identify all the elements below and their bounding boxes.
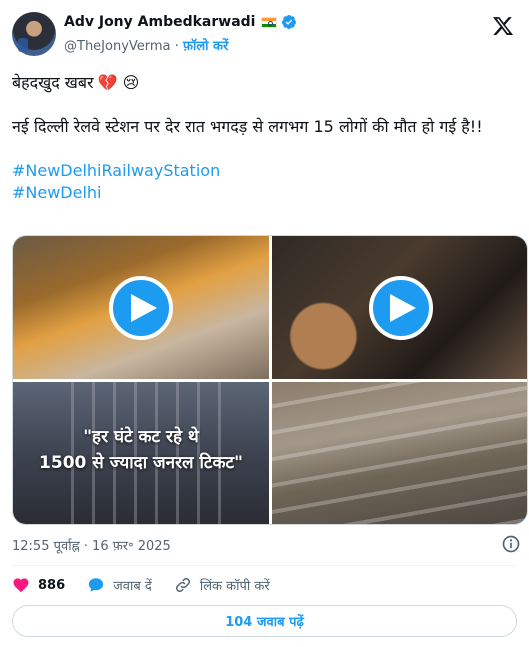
play-icon xyxy=(130,293,157,322)
video-thumbnail[interactable] xyxy=(272,236,527,379)
tweet-timestamp[interactable]: 12:55 पूर्वाह्न · 16 फ़र॰ 2025 xyxy=(12,536,171,554)
hashtag-link[interactable]: #NewDelhiRailwayStation xyxy=(12,160,517,182)
overlay-line: 1500 से ज्यादा जनरल टिकट" xyxy=(39,453,243,473)
play-button[interactable] xyxy=(368,275,433,340)
action-bar: 886 जवाब दें लिंक कॉपी करें xyxy=(12,574,270,596)
like-button[interactable]: 886 xyxy=(12,576,65,594)
verified-badge-icon xyxy=(282,15,297,30)
divider xyxy=(12,565,517,566)
reply-bubble-icon xyxy=(89,578,104,592)
x-logo-icon xyxy=(492,17,514,35)
handle-row: @TheJonyVerma · फ़ॉलो करें xyxy=(64,36,228,54)
image-thumbnail[interactable]: "हर घंटे कट रहे थे 1500 से ज्यादा जनरल ट… xyxy=(13,382,269,524)
heart-icon xyxy=(13,578,29,593)
link-icon xyxy=(175,577,190,593)
tweet-body: बेहदखुद खबर 💔 😢 नई दिल्ली रेलवे स्टेशन प… xyxy=(12,72,517,204)
tweet-header: Adv Jony Ambedkarwadi @TheJonyVerma · फ़… xyxy=(12,8,517,60)
media-grid: "हर घंटे कट रहे थे 1500 से ज्यादा जनरल ट… xyxy=(12,235,528,525)
video-thumbnail[interactable] xyxy=(13,236,269,379)
avatar[interactable] xyxy=(12,12,56,56)
copy-link-label: लिंक कॉपी करें xyxy=(199,579,270,594)
separator-dot: · xyxy=(174,39,179,54)
reply-button[interactable]: जवाब दें xyxy=(87,576,152,594)
read-replies-button[interactable]: 104 जवाब पढ़ें xyxy=(12,605,517,637)
info-icon[interactable] xyxy=(501,534,521,554)
hashtag-link[interactable]: #NewDelhi xyxy=(12,182,517,204)
tweet-headline: बेहदखुद खबर 💔 😢 xyxy=(12,72,517,94)
play-icon xyxy=(390,293,416,322)
headline-text: बेहदखुद खबर xyxy=(12,73,94,92)
author-name-row: Adv Jony Ambedkarwadi xyxy=(64,14,297,30)
play-button[interactable] xyxy=(109,275,173,340)
image-overlay-text: "हर घंटे कट रहे थे 1500 से ज्यादा जनरल ट… xyxy=(13,424,269,476)
author-handle[interactable]: @TheJonyVerma xyxy=(64,39,171,54)
close-button[interactable] xyxy=(489,12,517,40)
reply-label: जवाब दें xyxy=(113,579,152,594)
overlay-line: "हर घंटे कट रहे थे xyxy=(83,427,199,447)
india-flag-icon xyxy=(261,16,278,28)
follow-button[interactable]: फ़ॉलो करें xyxy=(183,39,228,54)
author-name[interactable]: Adv Jony Ambedkarwadi xyxy=(64,14,255,30)
like-count: 886 xyxy=(38,577,66,593)
broken-heart-crying-emoji-icon: 💔 😢 xyxy=(97,73,140,92)
tweet-message: नई दिल्ली रेलवे स्टेशन पर देर रात भगदड़ … xyxy=(12,117,483,136)
copy-link-button[interactable]: लिंक कॉपी करें xyxy=(174,576,270,594)
image-thumbnail[interactable] xyxy=(272,382,527,524)
